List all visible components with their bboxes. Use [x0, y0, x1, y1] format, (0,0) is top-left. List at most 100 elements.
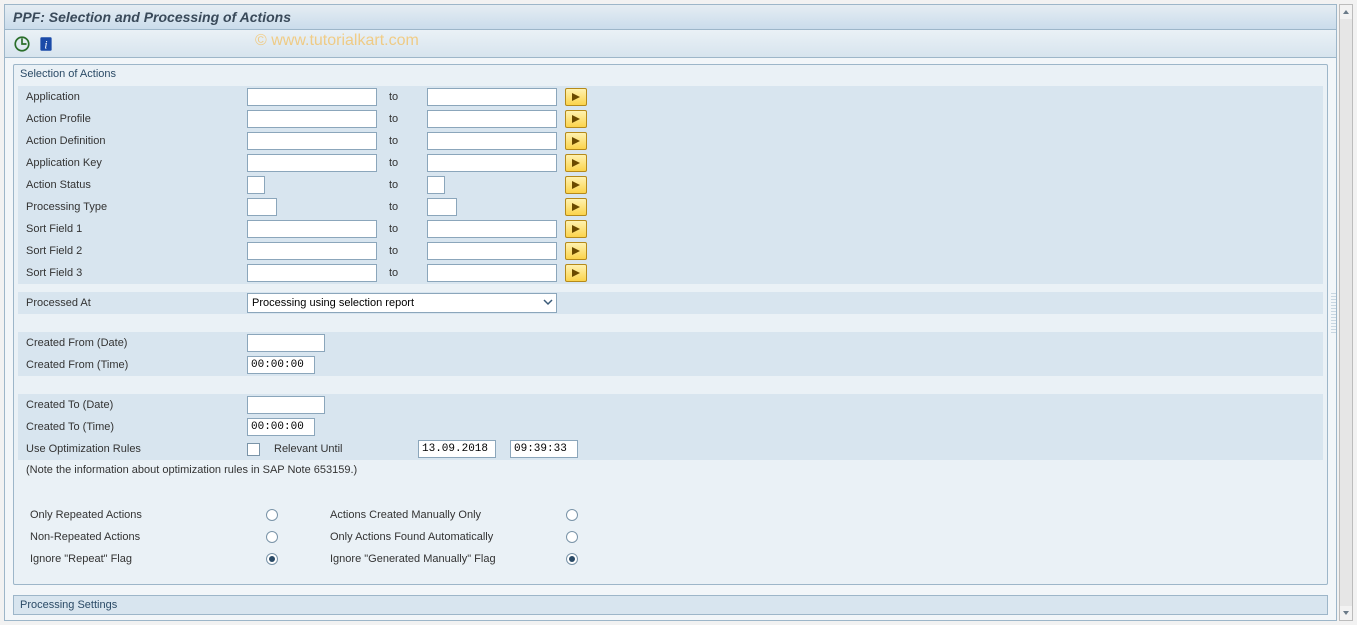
created-from-time-input[interactable]: [247, 356, 315, 374]
label-relevant-until: Relevant Until: [274, 443, 404, 455]
repeat-filter-radio[interactable]: [266, 531, 278, 543]
radio-row: Only Actions Found Automatically: [322, 526, 582, 548]
range-to-input[interactable]: [427, 132, 557, 150]
radio-label: Only Repeated Actions: [26, 504, 266, 526]
range-label: Processing Type: [22, 196, 247, 218]
range-from-input[interactable]: [247, 110, 377, 128]
range-row: Sort Field 2to: [18, 240, 1323, 262]
range-row: Action Status to: [18, 174, 1323, 196]
multiple-selection-button[interactable]: [565, 242, 587, 260]
range-row: Applicationto: [18, 86, 1323, 108]
range-to-input[interactable]: [427, 264, 557, 282]
row-created-to-date: Created To (Date): [18, 394, 1323, 416]
range-from-input[interactable]: [247, 242, 377, 260]
to-label: to: [389, 157, 423, 169]
range-to-input[interactable]: [427, 110, 557, 128]
group-title-processing: Processing Settings: [13, 595, 1328, 615]
manual-filter-radio[interactable]: [566, 553, 578, 565]
resize-handle-icon[interactable]: [1331, 293, 1337, 333]
to-label: to: [389, 245, 423, 257]
range-from-input[interactable]: [247, 198, 277, 216]
range-from-input[interactable]: [247, 132, 377, 150]
range-label: Application Key: [22, 152, 247, 174]
to-label: to: [389, 91, 423, 103]
range-label: Action Profile: [22, 108, 247, 130]
range-row: Processing Type to: [18, 196, 1323, 218]
row-created-from-time: Created From (Time): [18, 354, 1323, 376]
radio-row: Only Repeated Actions: [22, 504, 282, 526]
multiple-selection-button[interactable]: [565, 176, 587, 194]
label-created-from-time: Created From (Time): [22, 354, 247, 376]
range-label: Action Status: [22, 174, 247, 196]
app-window: PPF: Selection and Processing of Actions…: [4, 4, 1337, 621]
created-from-date-input[interactable]: [247, 334, 325, 352]
range-from-input[interactable]: [247, 220, 377, 238]
toolbar: i © www.tutorialkart.com: [5, 30, 1336, 58]
scroll-up-icon[interactable]: [1340, 5, 1352, 19]
range-from-input[interactable]: [247, 88, 377, 106]
selection-group: Selection of Actions ApplicationtoAction…: [13, 64, 1328, 585]
multiple-selection-button[interactable]: [565, 264, 587, 282]
range-from-input[interactable]: [247, 176, 265, 194]
radio-label: Only Actions Found Automatically: [326, 526, 566, 548]
manual-filter-radio[interactable]: [566, 509, 578, 521]
range-label: Sort Field 1: [22, 218, 247, 240]
range-label: Sort Field 3: [22, 262, 247, 284]
radio-row: Ignore "Generated Manually" Flag: [322, 548, 582, 570]
multiple-selection-button[interactable]: [565, 88, 587, 106]
repeat-filter-radio[interactable]: [266, 509, 278, 521]
page-title: PPF: Selection and Processing of Actions: [5, 5, 1336, 30]
created-to-time-input[interactable]: [247, 418, 315, 436]
multiple-selection-button[interactable]: [565, 110, 587, 128]
multiple-selection-button[interactable]: [565, 198, 587, 216]
to-label: to: [389, 201, 423, 213]
row-use-optimization: Use Optimization Rules Relevant Until: [18, 438, 1323, 460]
processed-at-select[interactable]: Processing using selection report: [247, 293, 557, 313]
created-to-date-input[interactable]: [247, 396, 325, 414]
range-to-input[interactable]: [427, 154, 557, 172]
scroll-down-icon[interactable]: [1340, 606, 1352, 620]
row-processed-at: Processed At Processing using selection …: [18, 292, 1323, 314]
row-created-from-date: Created From (Date): [18, 332, 1323, 354]
radio-row: Actions Created Manually Only: [322, 504, 582, 526]
range-from-input[interactable]: [247, 154, 377, 172]
repeat-filter-radio[interactable]: [266, 553, 278, 565]
range-from-input[interactable]: [247, 264, 377, 282]
range-row: Sort Field 3to: [18, 262, 1323, 284]
multiple-selection-button[interactable]: [565, 132, 587, 150]
radio-label: Actions Created Manually Only: [326, 504, 566, 526]
range-row: Application Key to: [18, 152, 1323, 174]
to-label: to: [389, 135, 423, 147]
info-icon[interactable]: i: [37, 35, 55, 53]
execute-icon[interactable]: [13, 35, 31, 53]
vertical-scrollbar[interactable]: [1339, 4, 1353, 621]
multiple-selection-button[interactable]: [565, 154, 587, 172]
label-created-to-date: Created To (Date): [22, 394, 247, 416]
label-created-to-time: Created To (Time): [22, 416, 247, 438]
label-created-from-date: Created From (Date): [22, 332, 247, 354]
range-to-input[interactable]: [427, 88, 557, 106]
manual-filter-radio[interactable]: [566, 531, 578, 543]
use-optimization-checkbox[interactable]: [247, 443, 260, 456]
relevant-until-date-input[interactable]: [418, 440, 496, 458]
label-use-optimization: Use Optimization Rules: [22, 438, 247, 460]
radio-row: Ignore "Repeat" Flag: [22, 548, 282, 570]
relevant-until-time-input[interactable]: [510, 440, 578, 458]
range-row: Action Profileto: [18, 108, 1323, 130]
range-to-input[interactable]: [427, 176, 445, 194]
range-label: Action Definition: [22, 130, 247, 152]
to-label: to: [389, 179, 423, 191]
range-to-input[interactable]: [427, 242, 557, 260]
label-processed-at: Processed At: [22, 292, 247, 314]
radio-label: Non-Repeated Actions: [26, 526, 266, 548]
row-created-to-time: Created To (Time): [18, 416, 1323, 438]
radio-label: Ignore "Repeat" Flag: [26, 548, 266, 570]
range-row: Sort Field 1to: [18, 218, 1323, 240]
watermark: © www.tutorialkart.com: [255, 32, 419, 50]
range-row: Action Definition to: [18, 130, 1323, 152]
range-to-input[interactable]: [427, 198, 457, 216]
radio-section: Only Repeated ActionsNon-Repeated Action…: [18, 498, 1323, 576]
optimization-note: (Note the information about optimization…: [18, 460, 1323, 480]
multiple-selection-button[interactable]: [565, 220, 587, 238]
range-to-input[interactable]: [427, 220, 557, 238]
